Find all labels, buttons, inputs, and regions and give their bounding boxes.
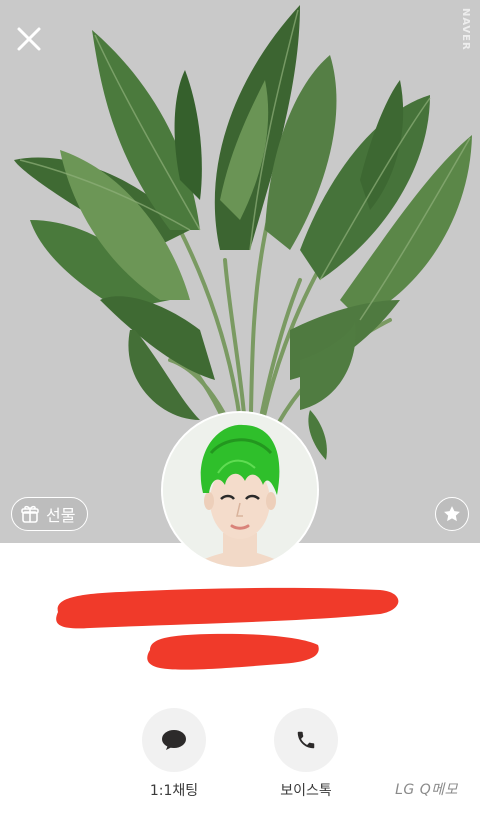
voice-talk-label: 보이스톡 (280, 783, 332, 799)
redacted-status-bar (147, 633, 319, 670)
voice-talk-circle (274, 708, 338, 772)
redacted-profile-text (56, 587, 399, 670)
chat-circle (142, 708, 206, 772)
redacted-name-bar (56, 587, 399, 629)
qmemo-watermark: LG Q메모 (395, 782, 458, 798)
chat-bubble-icon (162, 730, 186, 750)
phone-icon (297, 731, 315, 749)
chat-label: 1:1채팅 (149, 783, 199, 799)
chat-button[interactable]: 1:1채팅 (119, 708, 229, 800)
voice-talk-button[interactable]: 보이스톡 (251, 708, 361, 800)
